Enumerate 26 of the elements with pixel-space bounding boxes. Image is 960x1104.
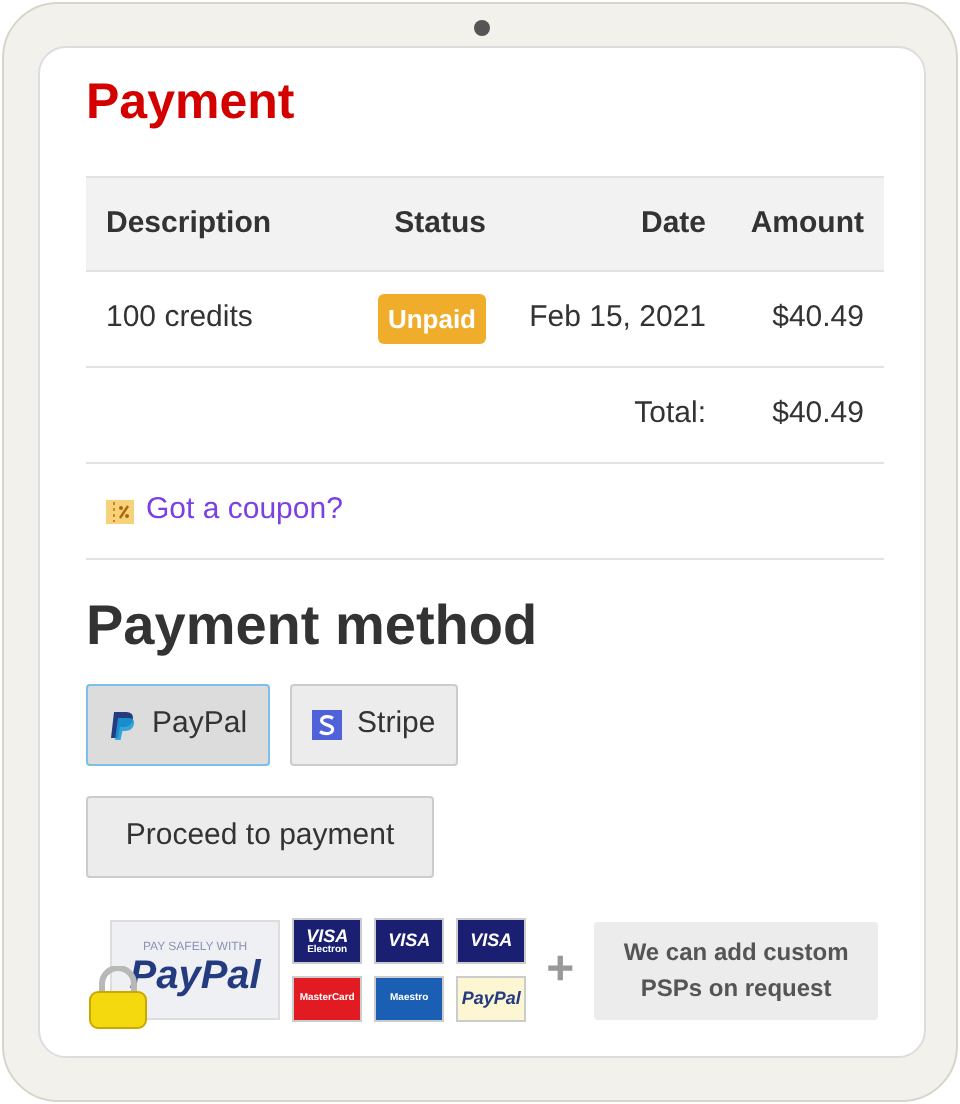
plus-sign: + (546, 940, 575, 1000)
card-brand: PayPal (461, 990, 521, 1008)
section-heading: Payment method (86, 592, 540, 660)
custom-psp-note: We can add custom PSPs on request (594, 921, 878, 1019)
stripe-s-icon (311, 710, 342, 740)
table-cell-text: 100 credits (104, 298, 255, 339)
badge-brand: PayPal (129, 954, 261, 998)
card-brand: VISA (388, 932, 431, 950)
camera-icon (474, 20, 490, 36)
column-header: Description (104, 203, 274, 244)
coupon-link[interactable]: Got a coupon? (146, 488, 343, 534)
payment-method-button[interactable]: PayPal (86, 684, 270, 766)
card-brand: VISA (470, 932, 513, 950)
column-header: Amount (748, 203, 866, 244)
proceed-button[interactable]: Proceed to payment (86, 796, 434, 878)
total-label: Total: (632, 394, 706, 435)
table-cell-text: Feb 15, 2021 (527, 298, 706, 339)
table-cell-text: $40.49 (770, 298, 866, 339)
total-amount: $40.49 (770, 394, 866, 435)
column-header: Status (392, 203, 486, 244)
payment-method-button[interactable]: Stripe (289, 684, 458, 766)
paypal-p-icon (108, 709, 136, 741)
column-header: Date (638, 203, 706, 244)
status-badge: Unpaid (377, 293, 486, 345)
card-brand: VISA (306, 927, 349, 945)
page-title: Payment (86, 72, 297, 132)
